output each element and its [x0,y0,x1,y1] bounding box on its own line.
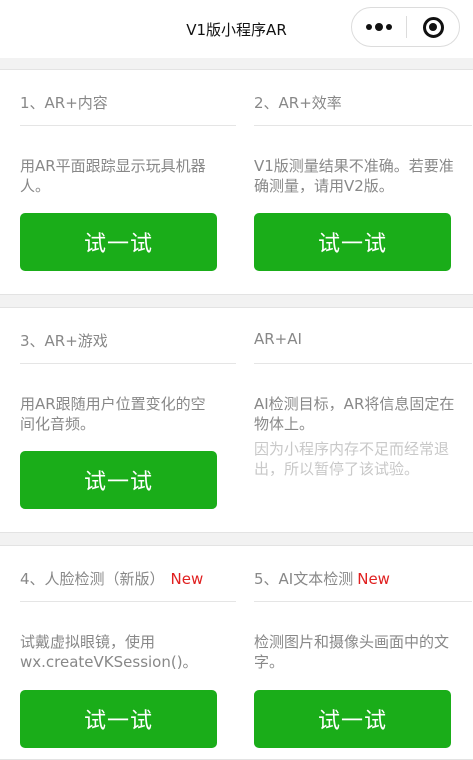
try-button-face-detection[interactable]: 试一试 [20,690,217,748]
divider [20,363,236,364]
try-button-ar-efficiency[interactable]: 试一试 [254,213,451,271]
try-button-ai-text-detection[interactable]: 试一试 [254,690,451,748]
card-title: 5、AI文本检测 [254,570,354,588]
section-2: 3、AR+游戏 用AR跟随用户位置变化的空间化音频。 试一试 AR+AI AI检… [0,307,473,533]
card-ar-ai: AR+AI AI检测目标，AR将信息固定在物体上。 因为小程序内存不足而经常退出… [236,308,472,532]
new-badge: New [170,570,204,588]
card-description: 用AR平面跟踪显示玩具机器人。 [20,157,206,195]
card-description: 检测图片和摄像头画面中的文字。 [254,633,450,671]
card-title-row: 5、AI文本检测 New [254,568,390,589]
card-description: 试戴虚拟眼镜，使用wx.createVKSession()。 [20,633,198,671]
card-description: AI检测目标，AR将信息固定在物体上。 [254,395,455,433]
card-description: 用AR跟随用户位置变化的空间化音频。 [20,395,206,433]
card-description: V1版测量结果不准确。若要准确测量，请用V2版。 [254,157,454,195]
try-button-ar-content[interactable]: 试一试 [20,213,217,271]
more-dots-icon[interactable] [352,8,406,46]
section-3: 4、人脸检测（新版） New 试戴虚拟眼镜，使用wx.createVKSessio… [0,545,473,760]
card-ar-game: 3、AR+游戏 用AR跟随用户位置变化的空间化音频。 试一试 [0,308,236,532]
card-title: 3、AR+游戏 [20,332,108,350]
try-button-ar-game[interactable]: 试一试 [20,451,217,509]
card-ar-efficiency: 2、AR+效率 V1版测量结果不准确。若要准确测量，请用V2版。 试一试 [236,70,472,294]
navigation-bar: V1版小程序AR [0,0,473,58]
divider [20,601,236,602]
card-title: 2、AR+效率 [254,94,342,112]
divider [254,125,472,126]
card-face-detection: 4、人脸检测（新版） New 试戴虚拟眼镜，使用wx.createVKSessio… [0,546,236,759]
new-badge: New [357,570,390,588]
menu-capsule [351,7,460,47]
card-ai-text-detection: 5、AI文本检测 New 检测图片和摄像头画面中的文字。 试一试 [236,546,472,759]
card-title: 1、AR+内容 [20,94,108,112]
divider [254,601,472,602]
page-title: V1版小程序AR [186,20,287,39]
target-circle-icon[interactable] [407,8,459,46]
divider [254,363,472,364]
divider [20,125,236,126]
card-title: AR+AI [254,330,302,348]
disabled-notice: 因为小程序内存不足而经常退出，所以暂停了该试验。 [254,440,450,478]
card-title: 4、人脸检测（新版） [20,570,165,588]
card-title-row: 4、人脸检测（新版） New [20,568,203,589]
section-1: 1、AR+内容 用AR平面跟踪显示玩具机器人。 试一试 2、AR+效率 V1版测… [0,69,473,295]
card-ar-content: 1、AR+内容 用AR平面跟踪显示玩具机器人。 试一试 [0,70,236,294]
